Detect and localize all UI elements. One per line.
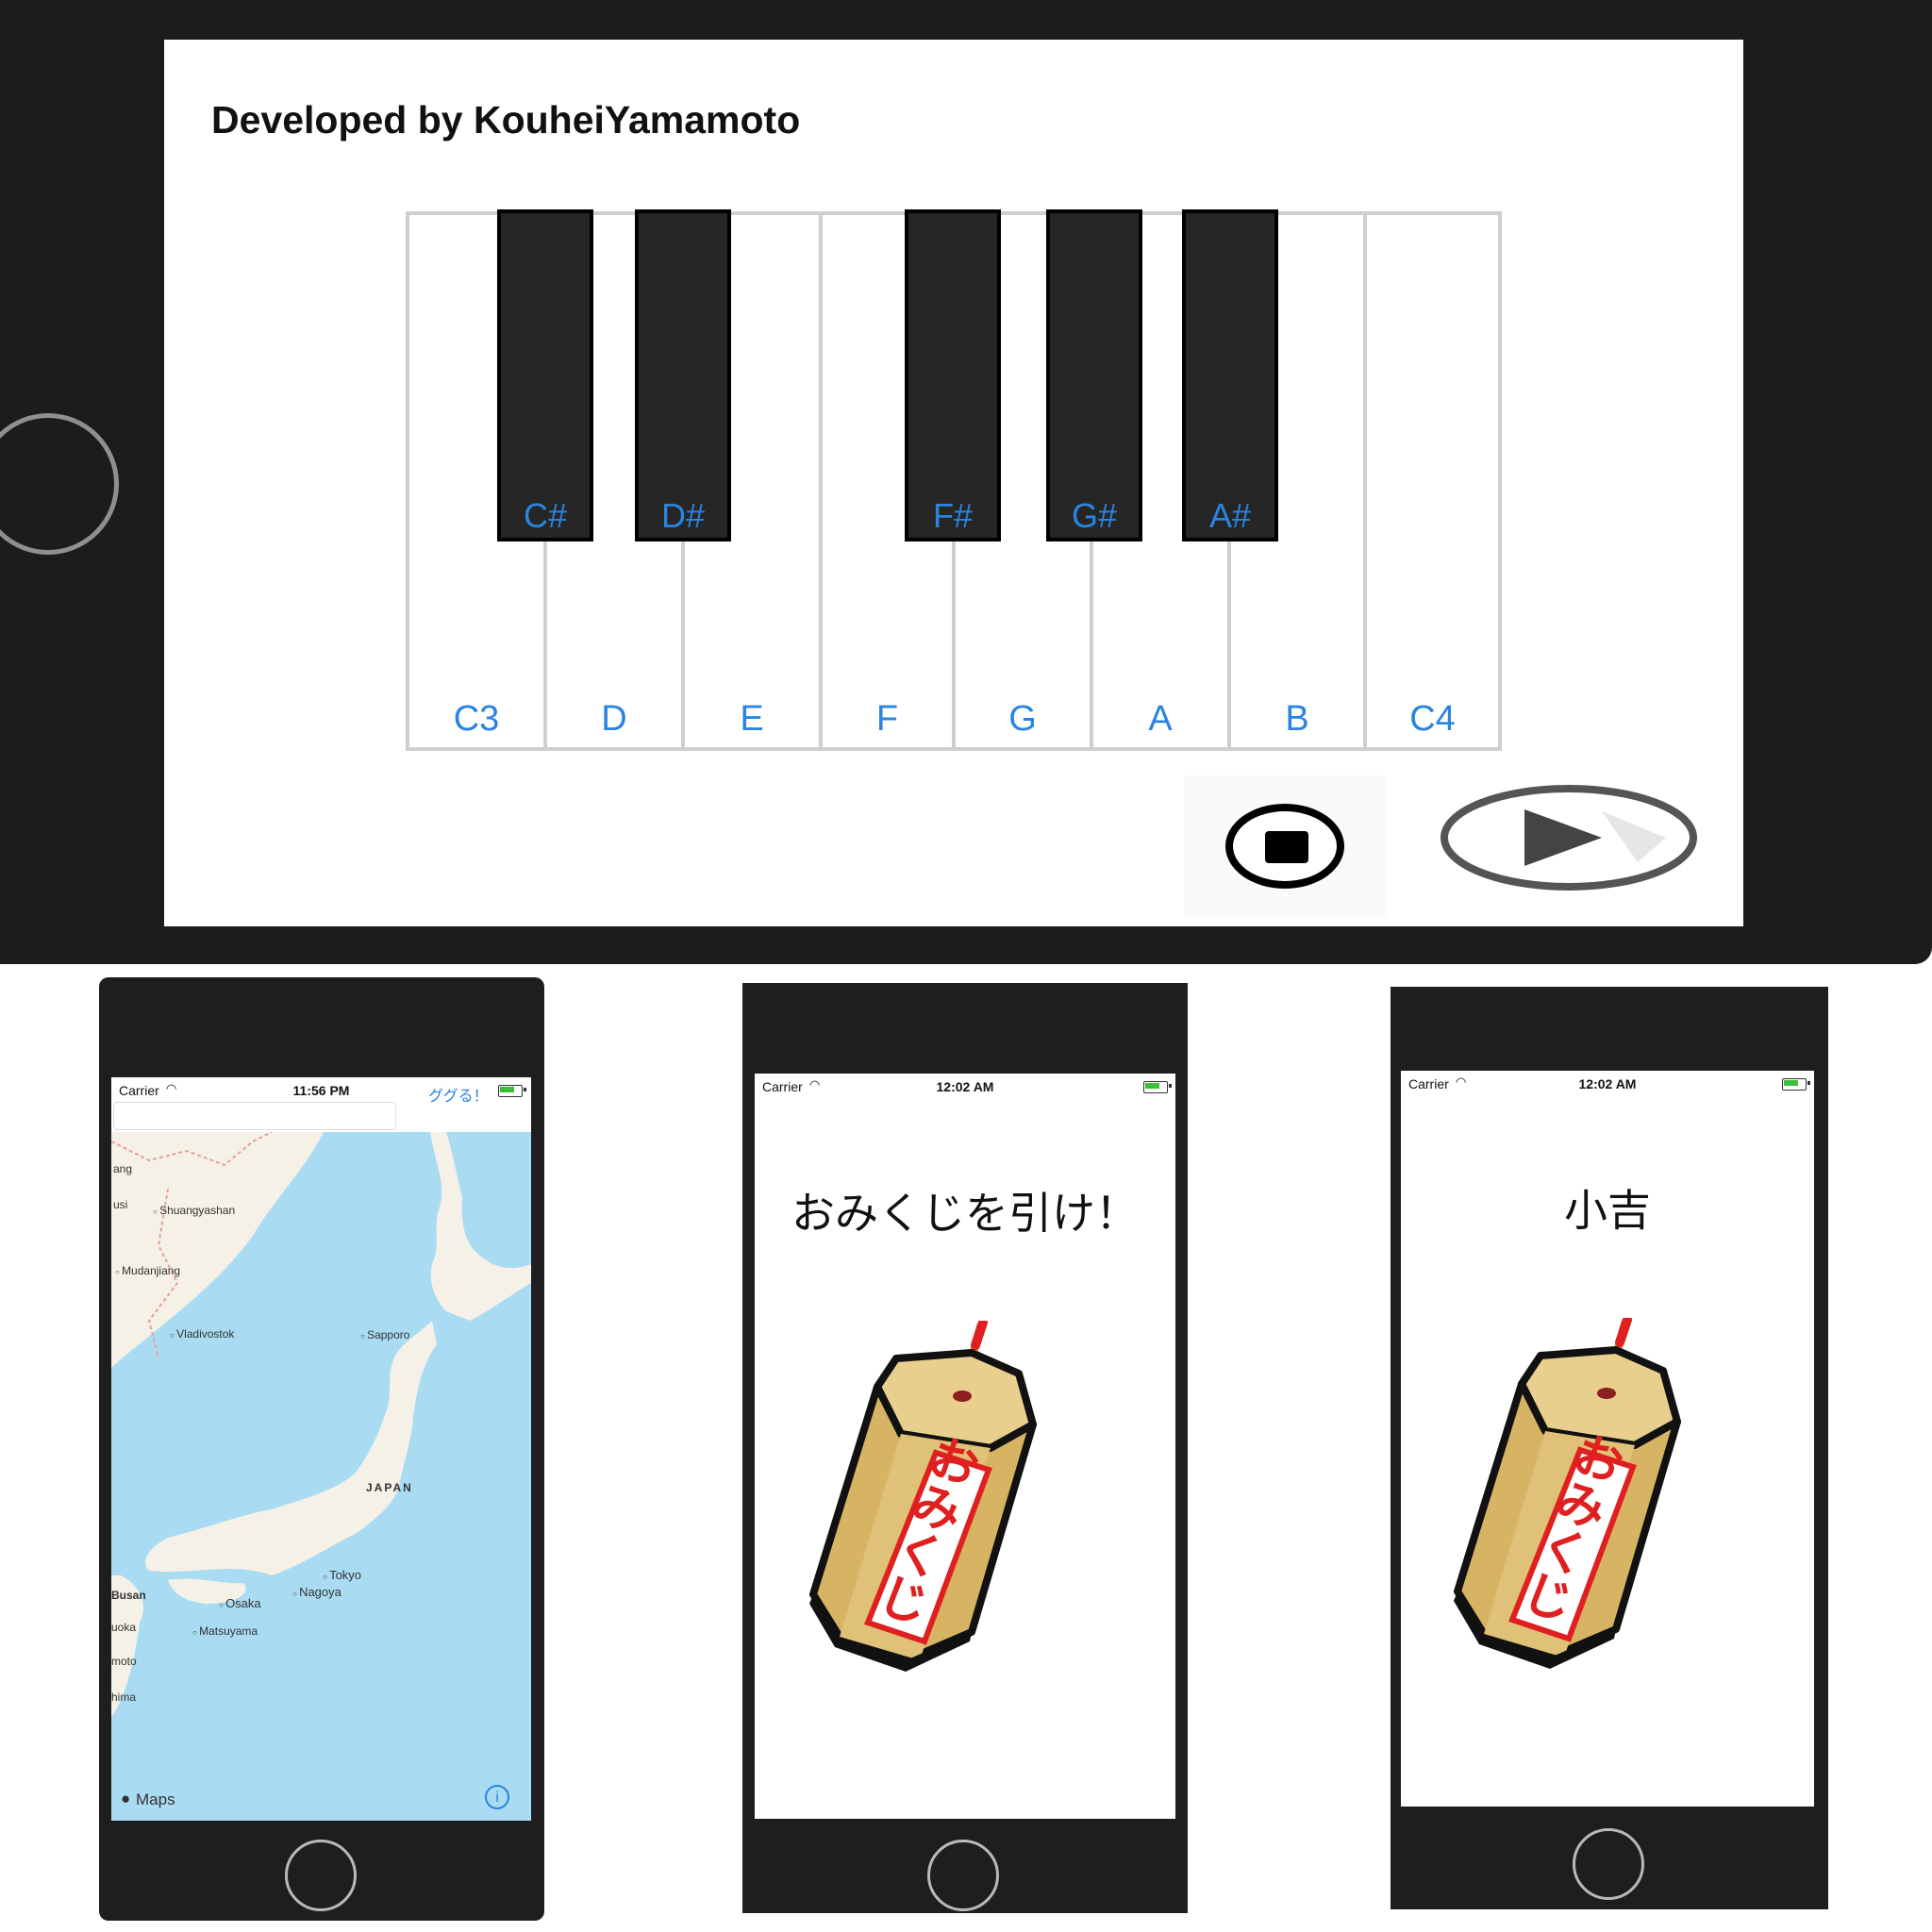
map-label-city: Sapporo: [360, 1328, 409, 1341]
map-label: moto: [111, 1655, 137, 1668]
fortune-title: おみくじを引け！: [791, 1189, 1139, 1238]
search-button[interactable]: ググる！: [428, 1083, 489, 1106]
map-label-city: Tokyo: [323, 1568, 361, 1582]
omikuji-box-image[interactable]: おみくじ: [802, 1321, 1085, 1679]
key-label: E: [740, 699, 764, 739]
maps-attribution: Maps: [136, 1790, 175, 1808]
apple-logo-icon: ●: [121, 1790, 131, 1807]
status-time: 12:02 AM: [936, 1079, 994, 1094]
credit-label: Developed by KouheiYamamoto: [211, 98, 801, 142]
key-label: A: [1148, 699, 1173, 739]
map-label: hima: [111, 1690, 137, 1704]
black-key-c-sharp[interactable]: C#: [497, 209, 593, 541]
key-label: B: [1285, 699, 1309, 739]
status-time: 12:02 AM: [1578, 1076, 1637, 1091]
key-label: G#: [1071, 496, 1118, 535]
map-label-city: Shuangyashan: [153, 1204, 235, 1217]
fortune-result: 小吉: [1564, 1186, 1651, 1235]
battery-icon: [498, 1085, 526, 1097]
battery-icon: [1143, 1081, 1172, 1093]
map-label: ang: [113, 1162, 133, 1175]
black-key-g-sharp[interactable]: G#: [1046, 209, 1142, 541]
omikuji-screen-1: Carrier ◠ 12:02 AM おみくじを引け！ おみくじ: [755, 1074, 1175, 1819]
stop-icon: [1265, 831, 1308, 863]
omikuji-screen-2: Carrier ◠ 12:02 AM 小吉 おみくじ: [1401, 1071, 1814, 1807]
key-label: G: [1008, 699, 1037, 739]
key-label: F: [875, 699, 899, 739]
map-label-city: Matsuyama: [192, 1624, 258, 1638]
key-label: D: [601, 699, 627, 739]
map-label-city: Mudanjiang: [115, 1264, 180, 1277]
info-icon[interactable]: i: [485, 1785, 509, 1809]
map-label-country: JAPAN: [366, 1481, 413, 1494]
play-button[interactable]: [1440, 783, 1698, 892]
status-bar: Carrier ◠ 12:02 AM: [1401, 1071, 1814, 1095]
omikuji-box-image[interactable]: おみくじ: [1446, 1318, 1729, 1676]
search-input[interactable]: [113, 1102, 396, 1130]
key-label: D#: [660, 496, 706, 535]
map-view[interactable]: [111, 1132, 531, 1821]
home-button[interactable]: [285, 1840, 357, 1911]
home-button[interactable]: [1573, 1828, 1644, 1900]
white-key-c4[interactable]: C4: [1363, 211, 1502, 751]
key-label: C4: [1409, 699, 1456, 739]
map-label-city: Nagoya: [292, 1585, 341, 1599]
map-label-city: Vladivostok: [170, 1327, 234, 1341]
map-screen: Carrier ◠ 11:56 PM ググる！ ang usi Shuangya…: [111, 1077, 531, 1821]
key-label: A#: [1208, 496, 1252, 535]
black-key-d-sharp[interactable]: D#: [635, 209, 731, 541]
key-label: C#: [523, 496, 568, 535]
home-button[interactable]: [927, 1840, 999, 1911]
key-label: C3: [453, 699, 500, 739]
key-label: F#: [932, 496, 973, 535]
map-label: usi: [113, 1198, 128, 1211]
status-bar: Carrier ◠ 12:02 AM: [755, 1074, 1175, 1098]
black-key-a-sharp[interactable]: A#: [1182, 209, 1278, 541]
black-key-f-sharp[interactable]: F#: [905, 209, 1001, 541]
map-label-city: Busan: [111, 1589, 146, 1602]
map-label: uoka: [111, 1621, 137, 1634]
map-label-city: Osaka: [219, 1596, 261, 1610]
battery-icon: [1782, 1078, 1810, 1091]
